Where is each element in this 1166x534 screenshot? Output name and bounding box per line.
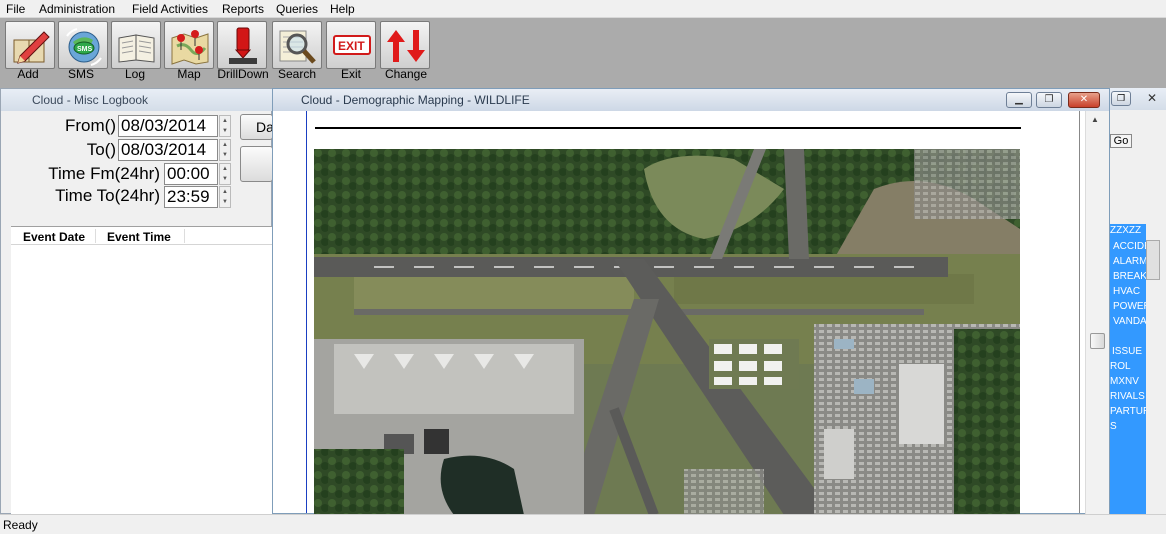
time-to-field[interactable]: 23:59 [164,186,218,208]
sms-globe-icon: SMS [66,28,102,66]
list-item[interactable]: VANDA [1113,316,1146,327]
add-button[interactable] [5,21,55,69]
pencil-book-icon [13,31,50,64]
event-grid: Event Date Event Time [11,226,273,514]
background-restore-button[interactable]: ❐ [1111,91,1131,106]
sms-label: SMS [67,67,94,81]
aerial-map-image[interactable] [314,149,1020,515]
logbook-title: Cloud - Misc Logbook [1,89,273,111]
column-event-time[interactable]: Event Time [107,230,171,244]
incident-list[interactable]: ZZXZZ ACCIDE ALARM BREAK HVAC POWER VAND… [1110,224,1146,514]
svg-text:EXIT: EXIT [338,39,365,53]
log-label: Log [124,67,146,81]
list-scrollbar[interactable] [1146,240,1160,280]
from-label: From() [65,116,116,135]
drilldown-button[interactable] [217,21,267,69]
to-label: To() [86,140,116,159]
list-item[interactable]: BREAK [1113,271,1146,282]
log-button[interactable] [111,21,161,69]
minimize-button[interactable]: ▁ [1006,92,1032,108]
demographic-mapping-window: Cloud - Demographic Mapping - WILDLIFE ▁… [272,88,1110,515]
date-button[interactable]: Da [240,114,273,140]
go-button[interactable]: Go [1110,134,1132,148]
search-label: Search [277,67,317,81]
map-label: Map [177,67,201,81]
drilldown-label: DrillDown [217,67,269,81]
from-date-spinner[interactable]: ▲ ▼ [219,115,231,137]
drill-down-icon [229,27,257,64]
to-date-field[interactable]: 08/03/2014 [118,139,218,161]
list-item[interactable]: ROL [1110,361,1131,372]
status-bar: Ready [0,514,1166,534]
apply-button[interactable] [240,146,273,182]
list-item[interactable]: MXNV [1110,376,1139,387]
background-close-button[interactable]: ✕ [1142,91,1162,106]
scroll-thumb[interactable] [1090,333,1105,349]
from-date-field[interactable]: 08/03/2014 [118,115,218,137]
open-book-icon [118,34,155,63]
time-to-label: Time To(24hr) [55,186,160,205]
misc-logbook-window: Cloud - Misc Logbook From() 08/03/2014 ▲… [0,88,273,514]
list-item[interactable]: POWER [1113,301,1146,312]
restore-button[interactable]: ❐ [1036,92,1062,108]
map-button[interactable] [164,21,214,69]
list-item[interactable]: ZZXZZ [1110,225,1141,236]
menu-reports[interactable]: Reports [222,2,264,16]
page-margin-line [306,111,307,513]
list-item[interactable]: ISSUE [1112,346,1142,357]
list-item[interactable]: ALARM [1113,256,1146,267]
menu-file[interactable]: File [6,2,25,16]
list-item[interactable]: HVAC [1113,286,1140,297]
magnifier-icon [279,30,316,64]
status-text: Ready [3,518,38,532]
up-down-arrows-icon [387,30,425,62]
change-button[interactable] [380,21,430,69]
horizontal-rule [315,127,1021,129]
map-pins-icon [171,30,209,65]
to-date-spinner[interactable]: ▲ ▼ [219,139,231,161]
menu-field-activities[interactable]: Field Activities [132,2,208,16]
exit-button[interactable]: EXIT [326,21,376,69]
list-item[interactable]: S [1110,421,1117,432]
change-label: Change [384,67,428,81]
menu-queries[interactable]: Queries [276,2,318,16]
page-edge-line [1079,111,1080,513]
vertical-scrollbar[interactable]: ▲ [1085,111,1109,515]
menu-bar: File Administration Field Activities Rep… [0,0,1166,18]
svg-text:SMS: SMS [77,46,93,53]
scroll-up-arrow[interactable]: ▲ [1091,115,1099,124]
toolbar: Add SMS SMS Log Map DrillDown Search EXI… [0,18,1166,88]
close-button[interactable]: ✕ [1068,92,1100,108]
time-from-field[interactable]: 00:00 [164,163,218,185]
grid-header: Event Date Event Time [11,227,273,245]
exit-label: Exit [340,67,361,81]
list-item[interactable]: ACCIDE [1113,241,1146,252]
menu-help[interactable]: Help [330,2,355,16]
column-event-date[interactable]: Event Date [23,230,85,244]
time-to-spinner[interactable]: ▲ ▼ [219,186,231,208]
list-item[interactable]: RIVALS [1110,391,1145,402]
time-from-label: Time Fm(24hr) [48,164,160,183]
time-from-spinner[interactable]: ▲ ▼ [219,163,231,185]
mapping-title: Cloud - Demographic Mapping - WILDLIFE [273,89,1109,111]
menu-administration[interactable]: Administration [39,2,115,16]
sms-button[interactable]: SMS [58,21,108,69]
search-button[interactable] [272,21,322,69]
list-item[interactable]: PARTUR [1110,406,1146,417]
exit-sign-icon: EXIT [333,35,371,55]
